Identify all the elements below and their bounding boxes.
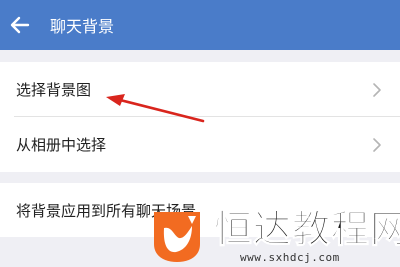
watermark: 恒达教程网 www.sxhdcj.com bbox=[148, 206, 400, 267]
watermark-logo-icon bbox=[154, 212, 200, 262]
arrow-left-icon bbox=[10, 16, 30, 34]
chevron-right-icon bbox=[373, 137, 381, 152]
chevron-right-icon bbox=[373, 82, 381, 97]
page-title: 聊天背景 bbox=[50, 17, 115, 36]
watermark-url: www.sxhdcj.com bbox=[240, 251, 340, 264]
choose-from-album-item[interactable]: 从相册中选择 bbox=[0, 117, 400, 172]
background-options-list: 选择背景图 从相册中选择 bbox=[0, 62, 400, 172]
choose-background-item[interactable]: 选择背景图 bbox=[0, 62, 400, 117]
back-button[interactable] bbox=[0, 0, 40, 50]
app-header: 聊天背景 bbox=[0, 0, 400, 50]
choose-background-label: 选择背景图 bbox=[16, 81, 92, 99]
watermark-title: 恒达教程网 bbox=[213, 207, 400, 252]
choose-from-album-label: 从相册中选择 bbox=[16, 136, 107, 154]
